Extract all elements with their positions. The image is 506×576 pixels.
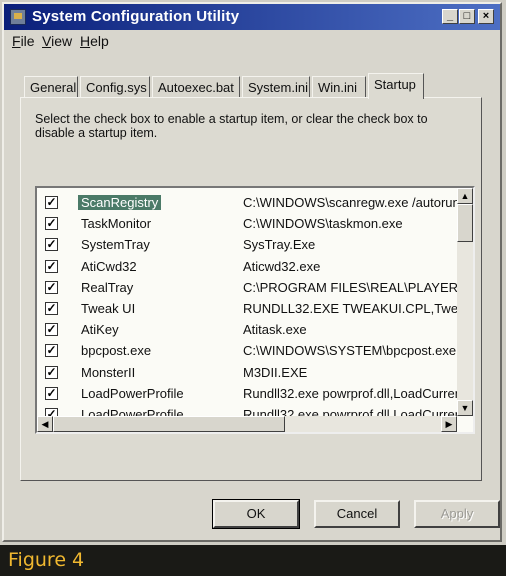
enable-checkbox[interactable]: ✓ [45, 365, 58, 379]
window-title: System Configuration Utility [32, 8, 240, 25]
enable-checkbox[interactable]: ✓ [45, 302, 58, 315]
horizontal-scroll-thumb[interactable] [53, 416, 285, 432]
apply-button[interactable]: Apply [414, 500, 500, 528]
horizontal-scrollbar[interactable]: ◀ ▶ [37, 416, 457, 432]
startup-item-name: SystemTray [81, 237, 150, 253]
enable-checkbox[interactable]: ✓ [45, 217, 58, 231]
startup-item-command: Rundll32.exe powrprof.dll,LoadCurren [243, 385, 457, 401]
startup-item-row[interactable]: ✓ TaskMonitor C:\WINDOWS\taskmon.exe [37, 214, 457, 235]
vertical-scroll-thumb[interactable] [457, 204, 473, 242]
startup-item-row[interactable]: ✓ AtiKey Atitask.exe [37, 320, 457, 341]
tab-system-ini[interactable]: System.ini [242, 76, 310, 98]
startup-item-row[interactable]: ✓ Tweak UI RUNDLL32.EXE TWEAKUI.CPL,Tweak [37, 299, 457, 320]
tab-config-sys[interactable]: Config.sys [80, 76, 150, 98]
close-button[interactable]: × [478, 9, 494, 24]
scroll-right-arrow-icon[interactable]: ▶ [441, 416, 457, 432]
menu-view[interactable]: View [42, 33, 72, 49]
figure-caption-bar: Figure 4 [0, 545, 506, 576]
menu-bar: File View Help [4, 30, 500, 52]
enable-checkbox[interactable]: ✓ [45, 196, 58, 209]
startup-item-row[interactable]: ✓ ScanRegistry C:\WINDOWS\scanregw.exe /au… [37, 193, 457, 214]
startup-item-command: C:\PROGRAM FILES\REAL\PLAYER [243, 279, 457, 295]
startup-item-name: TaskMonitor [81, 216, 152, 232]
figure-caption: Figure 4 [8, 549, 85, 571]
app-icon [10, 9, 26, 25]
startup-item-name: ScanRegistry [78, 195, 162, 210]
cancel-button[interactable]: Cancel [314, 500, 400, 528]
enable-checkbox[interactable]: ✓ [45, 280, 58, 294]
startup-item-name: LoadPowerProfile [81, 385, 184, 401]
tab-startup[interactable]: Startup [368, 73, 424, 99]
title-bar[interactable]: System Configuration Utility _ □ × [4, 4, 500, 30]
startup-item-row[interactable]: ✓ SystemTray SysTray.Exe [37, 235, 457, 256]
startup-item-name: AtiCwd32 [81, 258, 137, 274]
startup-item-row[interactable]: ✓ LoadPowerProfile Rundll32.exe powrprof.d… [37, 384, 457, 405]
startup-item-command: C:\WINDOWS\scanregw.exe /autorun [243, 195, 457, 210]
vertical-scrollbar[interactable]: ▲ ▼ [457, 188, 473, 416]
startup-item-name: AtiKey [81, 322, 119, 338]
startup-items-list[interactable]: ✓ ScanRegistry C:\WINDOWS\scanregw.exe /au… [35, 186, 475, 434]
scroll-left-arrow-icon[interactable]: ◀ [37, 416, 53, 432]
startup-item-command: C:\WINDOWS\SYSTEM\bpcpost.exe [243, 343, 457, 359]
startup-item-row[interactable]: ✓ bpcpost.exe C:\WINDOWS\SYSTEM\bpcpost.ex… [37, 341, 457, 362]
enable-checkbox[interactable]: ✓ [45, 259, 58, 273]
startup-item-command: Atitask.exe [243, 322, 307, 338]
tab-win-ini[interactable]: Win.ini [312, 76, 366, 98]
maximize-button[interactable]: □ [459, 9, 475, 24]
startup-item-command: Aticwd32.exe [243, 258, 321, 274]
startup-item-name: Tweak UI [81, 301, 136, 316]
tab-autoexec-bat[interactable]: Autoexec.bat [152, 76, 240, 98]
menu-help[interactable]: Help [80, 33, 109, 49]
startup-item-command: C:\WINDOWS\taskmon.exe [243, 216, 403, 232]
minimize-button[interactable]: _ [442, 9, 458, 24]
startup-item-command: M3DII.EXE [243, 364, 308, 380]
startup-item-name: bpcpost.exe [81, 343, 152, 359]
scroll-down-arrow-icon[interactable]: ▼ [457, 400, 473, 416]
startup-description: Select the check box to enable a startup… [35, 112, 428, 140]
ok-button[interactable]: OK [212, 499, 300, 529]
menu-file[interactable]: File [12, 33, 35, 49]
enable-checkbox[interactable]: ✓ [45, 238, 58, 252]
tab-general[interactable]: General [24, 76, 78, 98]
startup-item-command: RUNDLL32.EXE TWEAKUI.CPL,Tweak [243, 301, 457, 316]
startup-item-name: RealTray [81, 279, 134, 295]
startup-item-row[interactable]: ✓ RealTray C:\PROGRAM FILES\REAL\PLAYER [37, 278, 457, 299]
enable-checkbox[interactable]: ✓ [45, 344, 58, 358]
startup-item-command: SysTray.Exe [243, 237, 316, 253]
enable-checkbox[interactable]: ✓ [45, 323, 58, 337]
scroll-up-arrow-icon[interactable]: ▲ [457, 188, 473, 204]
startup-item-row[interactable]: ✓ AtiCwd32 Aticwd32.exe [37, 257, 457, 278]
startup-item-name: MonsterII [81, 364, 136, 380]
enable-checkbox[interactable]: ✓ [45, 386, 58, 400]
startup-item-row[interactable]: ✓ MonsterII M3DII.EXE [37, 363, 457, 384]
